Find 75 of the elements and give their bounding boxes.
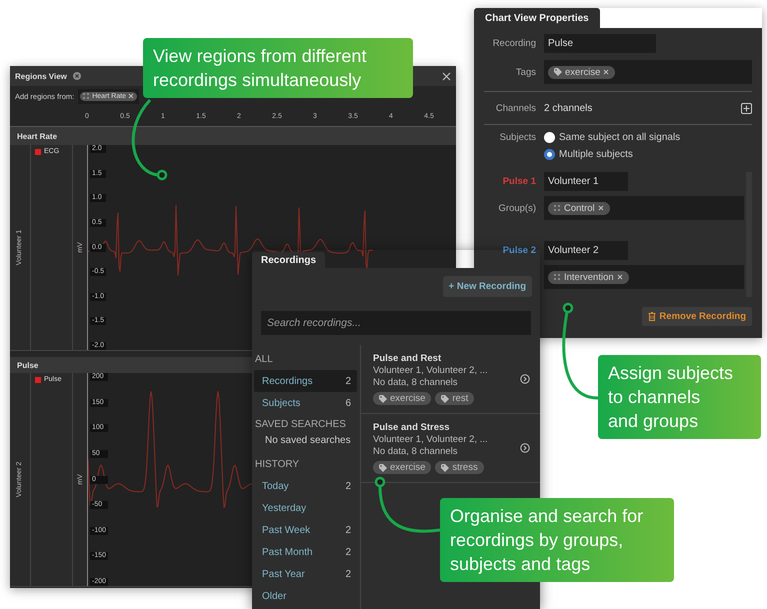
callout: Assign subjects to channels and groups xyxy=(598,355,761,439)
field-label: Recording xyxy=(492,38,536,49)
tag-chip[interactable]: exercise xyxy=(548,66,616,78)
tag-chip[interactable]: Intervention xyxy=(548,270,629,284)
tag-field[interactable]: Intervention xyxy=(544,265,744,289)
channel-name: Pulse 2 xyxy=(502,245,536,256)
recording-item[interactable]: Pulse and Rest Volunteer 1, Volunteer 2, ... No data, 8 channels exercise rest xyxy=(361,345,540,414)
panel-tab[interactable]: Chart View Properties xyxy=(474,8,600,28)
legend-swatch-icon xyxy=(35,376,41,382)
channel-count: 2 channels xyxy=(544,102,594,114)
recording-title: Pulse and Rest xyxy=(373,353,442,364)
track-header: Pulse xyxy=(10,357,252,373)
close-icon xyxy=(442,72,451,80)
sidebar-item[interactable]: Yesterday xyxy=(254,497,357,519)
panel-tab[interactable]: Recordings xyxy=(252,252,326,268)
arrow-circle-icon xyxy=(520,443,530,453)
section-heading: HISTORY xyxy=(254,458,300,472)
sidebar-item[interactable]: Past Year 2 xyxy=(254,563,357,585)
section-heading: SAVED SEARCHES xyxy=(254,418,347,432)
remove-icon xyxy=(128,93,134,99)
callout: View regions from different recordings simultaneously xyxy=(143,38,413,98)
leader-line xyxy=(374,476,440,533)
remove-icon xyxy=(603,69,610,75)
sidebar-item[interactable]: Subjects 6 xyxy=(254,392,357,414)
radio-option[interactable]: Multiple subjects xyxy=(544,149,633,160)
tag-field[interactable]: Control xyxy=(544,196,744,220)
window-title: Regions View xyxy=(15,72,67,80)
tag-icon xyxy=(379,394,387,402)
sidebar-item[interactable]: Today 2 xyxy=(254,475,357,497)
field-label: Channels xyxy=(494,102,536,114)
radio-option[interactable]: Same subject on all signals xyxy=(544,132,680,143)
add-icon xyxy=(741,102,752,114)
tag-icon xyxy=(441,464,450,472)
grid-icon xyxy=(83,92,90,100)
field-label: Group(s) xyxy=(498,202,536,214)
grid-icon xyxy=(554,274,561,280)
sidebar-item[interactable]: Past Month 2 xyxy=(254,541,357,563)
tag-chip: rest xyxy=(435,392,474,405)
field-label: Subjects xyxy=(498,132,536,143)
tag-chip[interactable]: Control xyxy=(548,202,610,214)
search-field[interactable]: Search recordings... xyxy=(261,311,531,335)
remove-icon xyxy=(598,205,604,211)
channel-name: Pulse 1 xyxy=(502,176,536,187)
sidebar-item[interactable]: Past Week 2 xyxy=(254,519,357,541)
sidebar-item[interactable]: Older xyxy=(254,585,357,607)
remove-icon xyxy=(616,274,623,280)
arrow-circle-icon xyxy=(520,374,530,384)
legend-swatch-icon xyxy=(35,148,41,154)
sidebar-item[interactable]: Recordings 2 xyxy=(254,370,357,392)
new-recording-button[interactable]: + New Recording xyxy=(442,276,532,297)
recording-info: No data, 8 channels xyxy=(373,446,459,457)
recording-info: No data, 8 channels xyxy=(373,377,459,388)
tag-chip: stress xyxy=(435,461,484,474)
subject-field[interactable]: Volunteer 1 xyxy=(544,172,628,191)
recording-title: Pulse and Stress xyxy=(373,422,451,433)
callout: Organise and search for recordings by groups, subjects and tags xyxy=(440,498,674,582)
recording-item[interactable]: Pulse and Stress Volunteer 1, Volunteer 2, ... No data, 8 channels exercise stress xyxy=(361,414,540,483)
field-label: Tags xyxy=(514,66,536,78)
section-heading: ALL xyxy=(254,353,274,367)
tag-chip: exercise xyxy=(373,461,432,474)
empty-message: No saved searches xyxy=(264,435,352,448)
tag-field[interactable]: exercise xyxy=(544,60,752,84)
subject-field[interactable]: Volunteer 2 xyxy=(544,241,628,260)
track-header: Heart Rate xyxy=(10,127,456,145)
recording-field[interactable]: Pulse xyxy=(544,34,656,53)
recording-subjects: Volunteer 1, Volunteer 2, ... xyxy=(373,434,489,445)
trash-icon xyxy=(648,312,656,321)
tag-icon xyxy=(554,68,562,76)
recording-subjects: Volunteer 1, Volunteer 2, ... xyxy=(373,365,489,376)
grid-icon xyxy=(554,204,561,212)
close-circle-icon xyxy=(72,72,81,80)
tag-icon xyxy=(379,464,387,472)
tag-chip: exercise xyxy=(373,392,432,405)
remove-recording-button[interactable]: Remove Recording xyxy=(642,307,752,326)
tag-icon xyxy=(441,394,450,402)
